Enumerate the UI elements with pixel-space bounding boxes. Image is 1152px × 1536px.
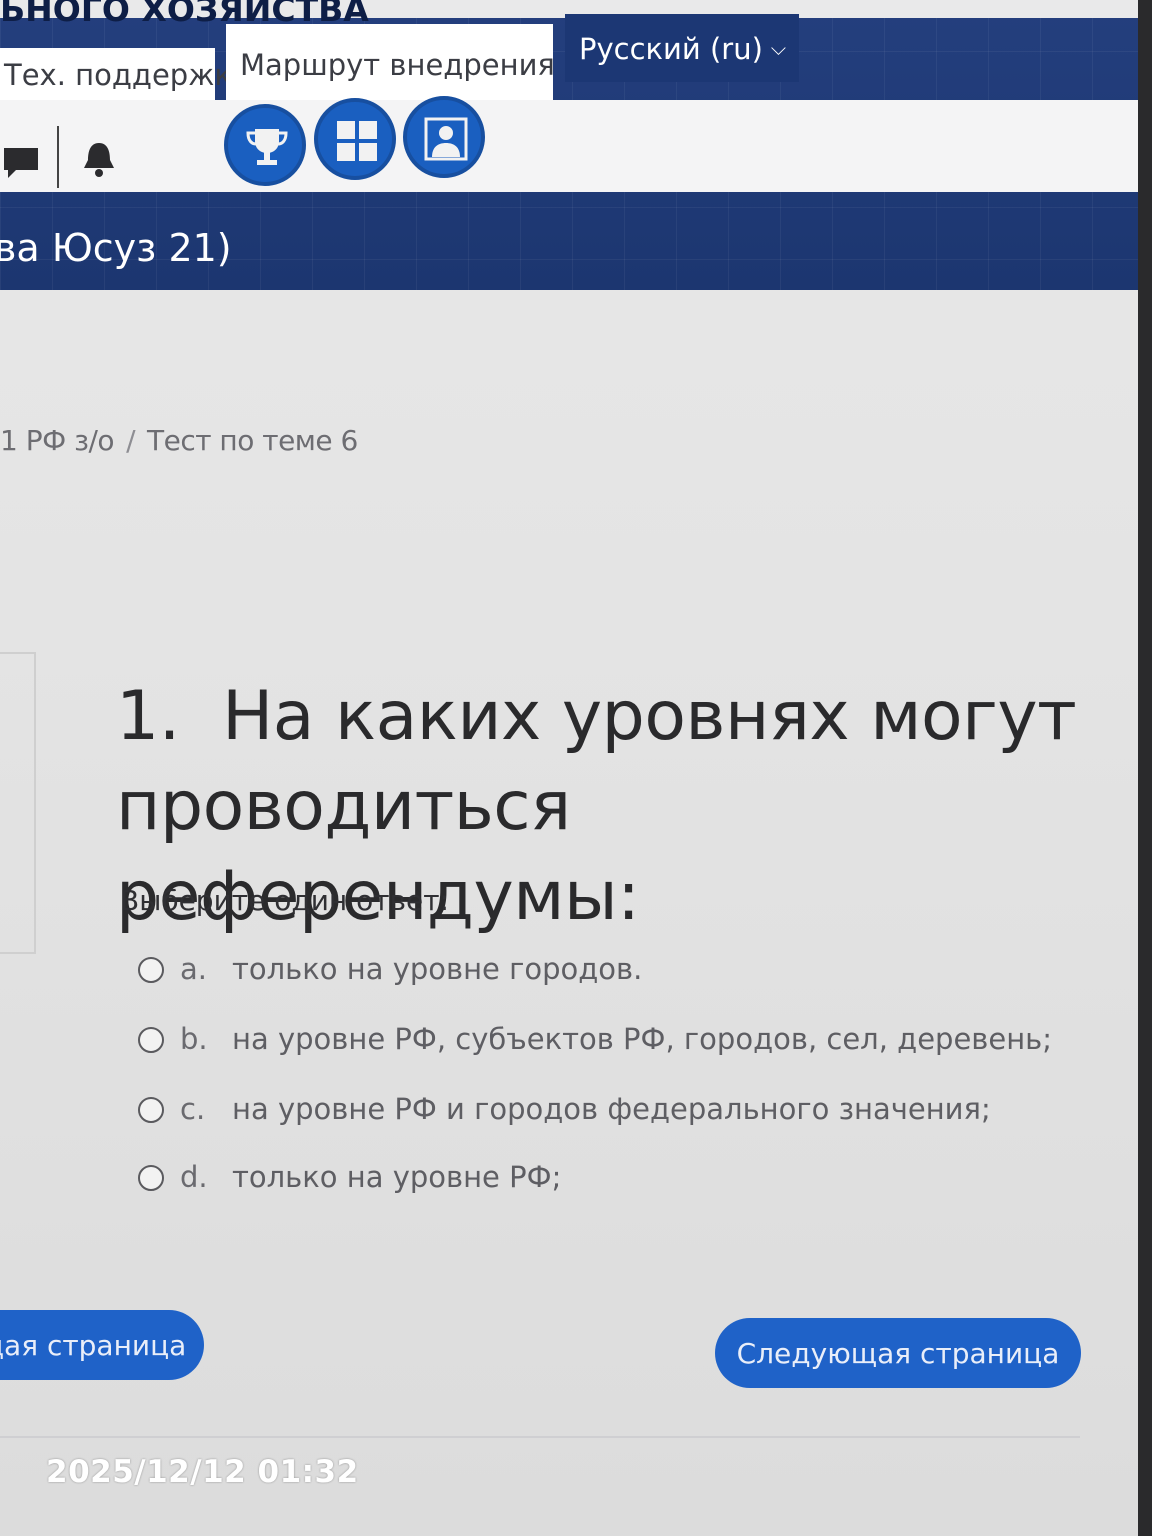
language-selector[interactable]: Русский (ru) ⌵ bbox=[565, 14, 799, 82]
option-letter: d. bbox=[180, 1160, 208, 1194]
trophy-icon bbox=[246, 129, 288, 165]
tab-support[interactable]: Тех. поддержка bbox=[0, 48, 250, 102]
question-number: 1. bbox=[116, 677, 180, 756]
option-letter: a. bbox=[180, 952, 207, 986]
person-button[interactable] bbox=[403, 96, 485, 178]
photo-timestamp: 2025/12/12 01:32 bbox=[46, 1454, 359, 1490]
breadcrumb-separator: / bbox=[126, 424, 135, 457]
language-label: Русский (ru) bbox=[579, 32, 763, 66]
chevron-down-icon: ⌵ bbox=[770, 36, 787, 60]
question-info-box bbox=[0, 652, 36, 954]
option-text[interactable]: на уровне РФ, субъектов РФ, городов, сел… bbox=[232, 1022, 1052, 1056]
monitor-bezel bbox=[1138, 0, 1152, 1536]
person-icon bbox=[424, 117, 468, 161]
chat-icon[interactable] bbox=[2, 144, 42, 188]
radio-button[interactable] bbox=[138, 1097, 164, 1123]
previous-page-button[interactable]: щая страница bbox=[0, 1310, 204, 1380]
answer-option-d[interactable]: d. только на уровне РФ; bbox=[138, 1160, 561, 1200]
trophy-button[interactable] bbox=[224, 104, 306, 186]
option-letter: b. bbox=[180, 1022, 208, 1056]
toolbar-divider bbox=[57, 126, 59, 188]
grid-icon bbox=[337, 121, 377, 161]
course-name: ва Юсуз 21) bbox=[0, 226, 232, 270]
answer-option-a[interactable]: a. только на уровне городов. bbox=[138, 952, 642, 992]
answer-option-c[interactable]: c. на уровне РФ и городов федерального зн… bbox=[138, 1092, 991, 1132]
option-text[interactable]: на уровне РФ и городов федерального знач… bbox=[232, 1092, 991, 1126]
footer-divider bbox=[0, 1436, 1080, 1438]
bell-icon[interactable] bbox=[80, 140, 118, 184]
answer-option-b[interactable]: b. на уровне РФ, субъектов РФ, городов, с… bbox=[138, 1022, 1052, 1062]
radio-button[interactable] bbox=[138, 1027, 164, 1053]
next-page-button[interactable]: Следующая страница bbox=[715, 1318, 1081, 1388]
toolbar bbox=[0, 100, 1140, 192]
tab-route[interactable]: Маршрут внедрения bbox=[226, 24, 555, 100]
breadcrumb-current[interactable]: Тест по теме 6 bbox=[147, 424, 358, 457]
radio-button[interactable] bbox=[138, 957, 164, 983]
option-text[interactable]: только на уровне городов. bbox=[232, 952, 642, 986]
breadcrumb: 1 РФ з/о / Тест по теме 6 bbox=[0, 424, 358, 457]
answer-prompt: Выберите один ответ: bbox=[120, 884, 450, 917]
screen: ьного хозяйства Тех. поддержка Маршрут в… bbox=[0, 0, 1140, 1536]
option-letter: c. bbox=[180, 1092, 206, 1126]
site-header: ьного хозяйства Тех. поддержка Маршрут в… bbox=[0, 0, 1140, 290]
breadcrumb-parent[interactable]: 1 РФ з/о bbox=[0, 424, 115, 457]
grid-button[interactable] bbox=[314, 98, 396, 180]
radio-button[interactable] bbox=[138, 1165, 164, 1191]
option-text[interactable]: только на уровне РФ; bbox=[232, 1160, 561, 1194]
